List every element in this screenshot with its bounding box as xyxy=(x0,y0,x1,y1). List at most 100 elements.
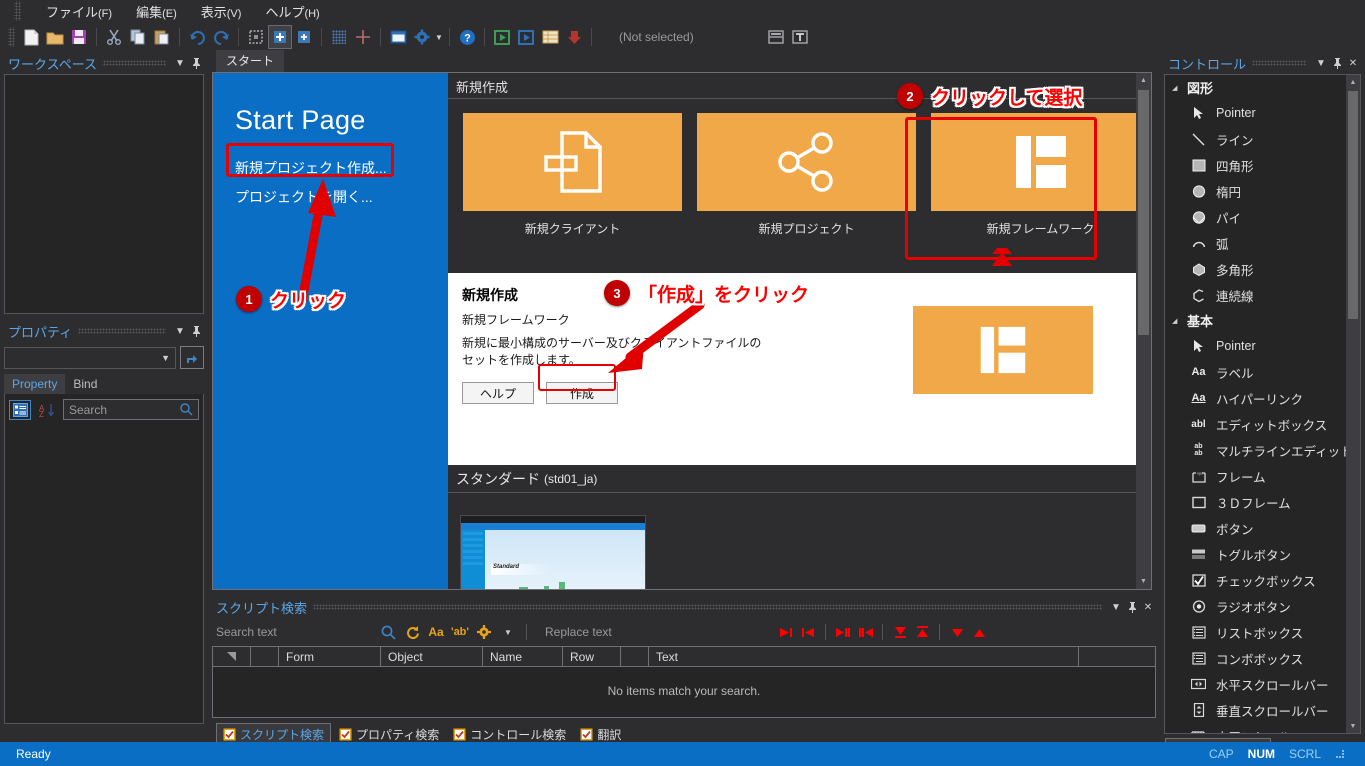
categorize-icon[interactable] xyxy=(9,400,31,420)
close-icon[interactable]: ✕ xyxy=(1140,599,1156,615)
search-icon[interactable] xyxy=(376,621,400,643)
scroll-down-arrow-icon[interactable]: ▼ xyxy=(1136,574,1151,589)
dot-grid-icon[interactable] xyxy=(327,25,351,49)
redo-icon[interactable] xyxy=(209,25,233,49)
layout-split-icon[interactable] xyxy=(764,25,788,49)
bookmark-down-icon[interactable] xyxy=(889,622,911,642)
control-item-label[interactable]: Aa ラベル xyxy=(1165,359,1346,385)
copy-icon[interactable] xyxy=(126,25,150,49)
menu-item-help[interactable]: ヘルプ(H) xyxy=(262,0,322,23)
tab-property[interactable]: Property xyxy=(4,374,65,394)
column-icon[interactable] xyxy=(251,647,279,666)
search-input[interactable]: Search xyxy=(63,399,199,420)
column-form[interactable]: Form xyxy=(279,647,381,666)
run-blue-icon[interactable] xyxy=(514,25,538,49)
chevron-down-icon[interactable]: ▼ xyxy=(1108,599,1124,615)
chevron-down-icon[interactable]: ▼ xyxy=(172,55,188,71)
scroll-up-arrow-icon[interactable]: ▲ xyxy=(1346,75,1360,89)
chevron-down-icon[interactable]: ▼ xyxy=(172,323,188,339)
controls-vertical-scrollbar[interactable]: ▲ ▼ xyxy=(1346,75,1360,733)
control-item-editbox[interactable]: abl エディットボックス xyxy=(1165,411,1346,437)
help-button[interactable]: ヘルプ xyxy=(462,382,534,404)
tab-start[interactable]: スタート xyxy=(216,50,284,72)
toolbar-dropdown-caret-icon[interactable]: ▼ xyxy=(434,25,444,49)
close-icon[interactable]: ✕ xyxy=(1345,55,1361,71)
control-item-polyline[interactable]: 連続線 xyxy=(1165,282,1346,308)
create-button[interactable]: 作成 xyxy=(546,382,618,404)
column-object[interactable]: Object xyxy=(381,647,483,666)
replace-text-input[interactable]: Replace text xyxy=(545,625,775,639)
pin-icon[interactable] xyxy=(188,323,204,339)
card-new-project[interactable]: 新規プロジェクト xyxy=(697,113,916,273)
create-new-project-link[interactable]: 新規プロジェクト作成... xyxy=(235,158,387,178)
scroll-thumb[interactable] xyxy=(1348,91,1358,319)
column-select-all[interactable] xyxy=(213,647,251,666)
form-icon[interactable] xyxy=(386,25,410,49)
control-item-listbox[interactable]: リストボックス xyxy=(1165,619,1346,645)
open-folder-icon[interactable] xyxy=(43,25,67,49)
menu-item-view[interactable]: 表示(V) xyxy=(198,0,245,23)
gear-icon[interactable] xyxy=(472,621,496,643)
control-item-pointer-shape[interactable]: Pointer xyxy=(1165,100,1346,126)
add-node-icon[interactable] xyxy=(268,25,292,49)
control-item-checkbox[interactable]: チェックボックス xyxy=(1165,567,1346,593)
text-layout-icon[interactable] xyxy=(788,25,812,49)
undo-icon[interactable] xyxy=(185,25,209,49)
pin-icon[interactable] xyxy=(1329,55,1345,71)
chevron-down-icon[interactable]: ▼ xyxy=(1313,55,1329,71)
menu-item-edit[interactable]: 編集(E) xyxy=(133,0,180,23)
crosshair-icon[interactable] xyxy=(351,25,375,49)
group-shapes[interactable]: ◢ 図形 xyxy=(1165,75,1346,100)
control-item-ellipse[interactable]: 楕円 xyxy=(1165,178,1346,204)
tab-bind[interactable]: Bind xyxy=(65,374,105,394)
last-match-icon[interactable] xyxy=(775,622,797,642)
scroll-up-arrow-icon[interactable]: ▲ xyxy=(1136,73,1151,88)
control-item-rectangle[interactable]: 四角形 xyxy=(1165,152,1346,178)
refresh-icon[interactable] xyxy=(400,621,424,643)
add-box-icon[interactable] xyxy=(292,25,316,49)
control-item-radio[interactable]: ラジオボタン xyxy=(1165,593,1346,619)
down-arrow-icon[interactable] xyxy=(946,622,968,642)
prev-match-icon[interactable] xyxy=(854,622,876,642)
settings-grid-icon[interactable] xyxy=(244,25,268,49)
gear-icon[interactable] xyxy=(410,25,434,49)
download-icon[interactable] xyxy=(562,25,586,49)
object-combo[interactable]: ▼ xyxy=(4,347,176,369)
whole-word-icon[interactable]: 'ab' xyxy=(448,621,472,643)
card-new-client[interactable]: 新規クライアント xyxy=(463,113,682,273)
goto-object-button[interactable] xyxy=(180,346,204,369)
first-match-icon[interactable] xyxy=(797,622,819,642)
content-vertical-scrollbar[interactable]: ▲ ▼ xyxy=(1136,73,1151,589)
run-green-icon[interactable] xyxy=(490,25,514,49)
control-item-multiline-editbox[interactable]: abab マルチラインエディットボッ xyxy=(1165,437,1346,463)
paste-icon[interactable] xyxy=(150,25,174,49)
save-icon[interactable] xyxy=(67,25,91,49)
control-item-arc[interactable]: 弧 xyxy=(1165,230,1346,256)
standard-preview-thumbnail[interactable]: Standard xyxy=(460,515,646,589)
control-item-hyperlink[interactable]: Aa ハイパーリンク xyxy=(1165,385,1346,411)
pin-icon[interactable] xyxy=(1124,599,1140,615)
table-icon[interactable] xyxy=(538,25,562,49)
next-match-icon[interactable] xyxy=(832,622,854,642)
resize-grip-icon[interactable] xyxy=(1335,749,1345,759)
control-item-toggle-button[interactable]: トグルボタン xyxy=(1165,541,1346,567)
column-name[interactable]: Name xyxy=(483,647,563,666)
control-item-pointer-basic[interactable]: Pointer xyxy=(1165,333,1346,359)
scroll-down-arrow-icon[interactable]: ▼ xyxy=(1346,719,1360,733)
control-item-button[interactable]: ボタン xyxy=(1165,515,1346,541)
control-item-vscrollbar[interactable]: 垂直スクロールバー xyxy=(1165,697,1346,723)
cut-icon[interactable] xyxy=(102,25,126,49)
match-case-icon[interactable]: Aa xyxy=(424,621,448,643)
column-spacer[interactable] xyxy=(621,647,649,666)
control-item-line[interactable]: ライン xyxy=(1165,126,1346,152)
help-icon[interactable]: ? xyxy=(455,25,479,49)
control-item-hscale[interactable]: 水平スケール xyxy=(1165,723,1346,734)
column-row[interactable]: Row xyxy=(563,647,621,666)
control-item-pie[interactable]: パイ xyxy=(1165,204,1346,230)
column-text[interactable]: Text xyxy=(649,647,1079,666)
open-project-link[interactable]: プロジェクトを開く... xyxy=(235,187,373,207)
control-item-frame[interactable]: xyz フレーム xyxy=(1165,463,1346,489)
search-text-input[interactable]: Search text xyxy=(216,625,376,639)
card-new-framework[interactable]: 新規フレームワーク xyxy=(931,113,1150,273)
up-arrow-icon[interactable] xyxy=(968,622,990,642)
